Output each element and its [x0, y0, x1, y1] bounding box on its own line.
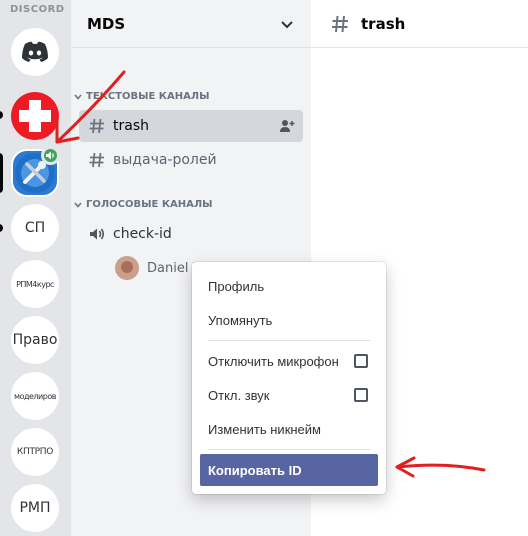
server-label: РМП	[19, 500, 51, 516]
red-arrow-icon	[395, 456, 486, 478]
menu-item-deafen[interactable]: Откл. звук	[200, 379, 378, 411]
home-button[interactable]	[11, 28, 59, 76]
voice-user[interactable]: Daniel I	[115, 256, 196, 280]
hash-icon	[89, 118, 104, 134]
server-sp[interactable]: СП	[11, 204, 59, 252]
guild-name: MDS	[87, 14, 126, 33]
server-rpm4kurs[interactable]: РПМ4курс	[11, 260, 59, 308]
menu-item-label: Изменить никнейм	[208, 421, 321, 437]
channel-trash[interactable]: trash	[79, 110, 303, 142]
unread-pill	[0, 111, 3, 119]
hash-icon	[89, 152, 104, 168]
server-label: СП	[24, 220, 46, 236]
server-label: КПТРПО	[16, 447, 54, 457]
menu-item-copy-id[interactable]: Копировать ID	[200, 454, 378, 486]
menu-divider	[208, 340, 370, 341]
menu-item-label: Профиль	[208, 278, 265, 294]
channel-name: выдача-ролей	[113, 152, 217, 168]
chevron-down-icon	[74, 93, 82, 100]
menu-item-label: Отключить микрофон	[208, 353, 339, 369]
checkbox[interactable]	[354, 354, 368, 368]
category-text-channels[interactable]: ТЕКСТОВЫЕ КАНАЛЫ	[73, 91, 209, 102]
channel-title: trash	[361, 14, 406, 33]
invite-user-icon[interactable]	[279, 118, 295, 134]
chevron-down-icon	[281, 21, 293, 29]
server-pravo[interactable]: Право	[11, 316, 59, 364]
voice-speaker-icon	[41, 146, 60, 165]
voice-user-name: Daniel I	[147, 260, 197, 276]
server-label: РПМ4курс	[16, 279, 54, 289]
chevron-down-icon	[74, 201, 82, 208]
unread-pill	[0, 224, 3, 232]
channel-name: check-id	[113, 226, 172, 242]
guild-header[interactable]: MDS	[71, 0, 311, 48]
speaker-icon	[90, 228, 105, 240]
menu-item-mute-mic[interactable]: Отключить микрофон	[200, 345, 378, 377]
channel-header: trash	[311, 0, 528, 48]
menu-item-change-nickname[interactable]: Изменить никнейм	[200, 413, 378, 445]
checkbox[interactable]	[354, 388, 368, 402]
menu-item-label: Откл. звук	[208, 387, 270, 403]
menu-item-label: Копировать ID	[208, 462, 302, 478]
category-label: ТЕКСТОВЫЕ КАНАЛЫ	[86, 91, 210, 102]
hash-icon	[332, 15, 348, 32]
server-rail: DISCORD СП РПМ4курс Право моделиров КПТР…	[0, 0, 71, 536]
server-modelirov[interactable]: моделиров	[11, 372, 59, 420]
channel-vydacha-roley[interactable]: выдача-ролей	[79, 144, 303, 176]
voice-channel-check-id[interactable]: check-id	[79, 218, 303, 250]
category-voice-channels[interactable]: ГОЛОСОВЫЕ КАНАЛЫ	[73, 199, 213, 210]
menu-item-profile[interactable]: Профиль	[200, 270, 378, 302]
server-red-cross[interactable]	[11, 92, 59, 140]
menu-item-mention[interactable]: Упомянуть	[200, 304, 378, 336]
app-brand: DISCORD	[10, 4, 65, 15]
selected-pill	[0, 153, 3, 193]
category-label: ГОЛОСОВЫЕ КАНАЛЫ	[86, 199, 213, 210]
discord-logo-icon	[22, 41, 48, 62]
server-label: моделиров	[14, 391, 56, 401]
menu-divider	[208, 449, 370, 450]
server-label: Право	[12, 332, 58, 348]
user-context-menu: Профиль Упомянуть Отключить микрофон Отк…	[192, 262, 386, 494]
avatar	[115, 256, 139, 280]
menu-item-label: Упомянуть	[208, 312, 273, 328]
server-rmp[interactable]: РМП	[11, 484, 59, 532]
server-kptrpo[interactable]: КПТРПО	[11, 428, 59, 476]
channel-name: trash	[113, 118, 149, 134]
red-cross-icon	[19, 100, 51, 132]
